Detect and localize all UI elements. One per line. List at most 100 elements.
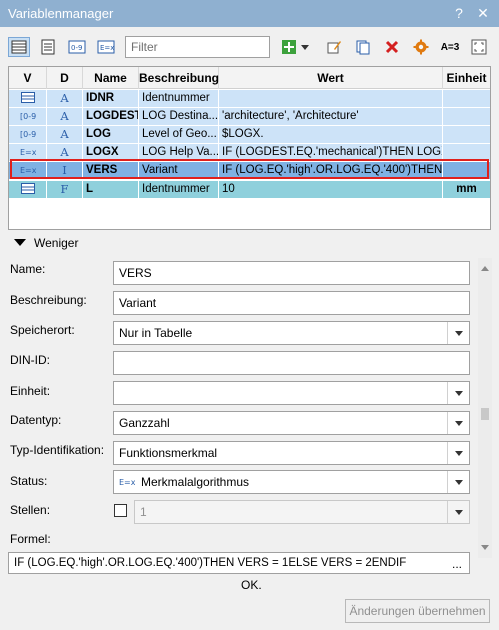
variable-unit <box>443 90 490 107</box>
typ-identifikation-select[interactable]: Funktionsmerkmal <box>113 441 470 465</box>
variable-description: Level of Geo... <box>139 126 219 143</box>
variable-description: LOG Destina... <box>139 108 219 125</box>
variable-value: 'architecture', 'Architecture' <box>219 108 443 125</box>
copy-icon <box>356 40 370 55</box>
speicherort-select[interactable]: Nur in Tabelle <box>113 321 470 345</box>
expand-button[interactable] <box>468 37 490 57</box>
beschreibung-field[interactable]: Variant <box>113 291 470 315</box>
apply-changes-button[interactable]: Änderungen übernehmen <box>345 599 490 623</box>
datentyp-value: Ganzzahl <box>119 416 170 430</box>
edit-icon <box>327 41 341 54</box>
chevron-down-icon <box>301 44 309 50</box>
variable-unit: mm <box>456 183 477 195</box>
table-row[interactable]: [0-9] A LOG Level of Geo... $LOGX. <box>9 126 490 143</box>
svg-text:0-9: 0-9 <box>71 44 82 52</box>
svg-text:E=x: E=x <box>100 44 114 52</box>
svg-text:E=x: E=x <box>119 478 135 487</box>
table-row[interactable]: F L Identnummer 10 mm <box>9 181 490 198</box>
delete-variable-button[interactable] <box>381 37 403 57</box>
variable-grid: V D Name Beschreibung Wert Einheit A IDN… <box>8 66 491 230</box>
scroll-down-icon[interactable] <box>481 545 489 550</box>
variable-name: LOGX <box>83 144 139 161</box>
gear-icon <box>413 39 429 55</box>
table-row[interactable]: A IDNR Identnummer <box>9 90 490 107</box>
status-label: Status: <box>10 474 48 488</box>
detail-view-icon <box>41 39 55 55</box>
collapse-triangle-icon <box>14 239 26 246</box>
table-icon <box>9 181 47 198</box>
range-variable-button[interactable]: 0-9 <box>66 37 88 57</box>
range-icon: [0-9] <box>9 108 47 125</box>
svg-text:E=x: E=x <box>20 148 36 157</box>
stellen-label: Stellen: <box>10 503 51 517</box>
variable-description: LOG Help Va... <box>139 144 219 161</box>
ok-button[interactable]: OK. <box>241 578 262 592</box>
formula-icon: E=x <box>9 144 47 161</box>
variable-unit <box>443 144 490 161</box>
name-label: Name: <box>10 262 46 276</box>
add-icon <box>282 40 296 54</box>
add-dropdown-button[interactable] <box>298 37 312 57</box>
variable-name: IDNR <box>83 90 139 107</box>
column-header-wert[interactable]: Wert <box>219 67 443 89</box>
column-header-beschreibung[interactable]: Beschreibung <box>139 67 219 89</box>
column-header-v[interactable]: V <box>9 67 47 89</box>
variable-value: $LOGX. <box>219 126 443 143</box>
typ-identifikation-label: Typ-Identifikation: <box>10 443 105 457</box>
formula-icon: E=x <box>97 40 115 54</box>
chevron-down-icon <box>447 412 469 434</box>
scroll-up-icon[interactable] <box>481 266 489 271</box>
datentyp-label: Datentyp: <box>10 413 62 427</box>
scrollbar-thumb[interactable] <box>481 408 489 420</box>
table-row[interactable]: E=x A LOGX LOG Help Va... IF (LOGDEST.EQ… <box>9 144 490 161</box>
close-button[interactable]: ✕ <box>474 4 492 22</box>
list-view-icon <box>11 40 27 54</box>
edit-variable-button[interactable] <box>323 37 345 57</box>
settings-button[interactable] <box>410 37 432 57</box>
filter-input[interactable]: Filter <box>125 36 270 58</box>
formula-field[interactable]: IF (LOG.EQ.'high'.OR.LOG.EQ.'400')THEN V… <box>8 552 470 574</box>
variable-name: LOGDEST <box>83 108 139 125</box>
f-type-icon: F <box>47 181 83 198</box>
din-id-field[interactable] <box>113 351 470 375</box>
formula-more-button[interactable]: ... <box>452 557 462 571</box>
add-variable-button[interactable] <box>278 37 300 57</box>
variable-name: VERS <box>83 162 139 179</box>
stellen-checkbox[interactable] <box>114 504 127 517</box>
detail-scrollbar[interactable] <box>478 258 492 558</box>
stellen-value: 1 <box>140 505 147 519</box>
name-field[interactable]: VERS <box>113 261 470 285</box>
column-header-einheit[interactable]: Einheit <box>443 67 490 89</box>
a-type-icon: A <box>47 126 83 143</box>
a-type-icon: A <box>47 144 83 161</box>
column-header-d[interactable]: D <box>47 67 83 89</box>
list-view-button[interactable] <box>8 37 30 57</box>
a-type-icon: A <box>47 108 83 125</box>
chevron-down-icon <box>447 501 469 523</box>
assign-label: A=3 <box>440 41 460 53</box>
chevron-down-icon <box>447 442 469 464</box>
detail-view-button[interactable] <box>37 37 59 57</box>
din-id-label: DIN-ID: <box>10 353 50 367</box>
stellen-select[interactable]: 1 <box>134 500 470 524</box>
svg-text:[0-9]: [0-9] <box>20 112 36 121</box>
variable-value <box>219 90 443 107</box>
table-row[interactable]: [0-9] A LOGDEST LOG Destina... 'architec… <box>9 108 490 125</box>
a-type-icon: A <box>47 90 83 107</box>
formula-variable-button[interactable]: E=x <box>95 37 117 57</box>
datentyp-select[interactable]: Ganzzahl <box>113 411 470 435</box>
column-header-name[interactable]: Name <box>83 67 139 89</box>
assign-value-button[interactable]: A=3 <box>437 37 463 57</box>
less-toggle[interactable]: Weniger <box>14 236 78 250</box>
copy-variable-button[interactable] <box>352 37 374 57</box>
table-row-selected[interactable]: E=x I VERS Variant IF (LOG.EQ.'high'.OR.… <box>9 162 490 179</box>
chevron-down-icon <box>447 322 469 344</box>
help-button[interactable]: ? <box>450 4 468 22</box>
status-select[interactable]: E=x Merkmalalgorithmus <box>113 470 470 494</box>
variable-description: Variant <box>139 162 219 179</box>
formula-icon: E=x <box>9 162 47 179</box>
einheit-select[interactable] <box>113 381 470 405</box>
formula-icon: E=x <box>119 478 136 487</box>
variable-value: IF (LOG.EQ.'high'.OR.LOG.EQ.'400')THEN..… <box>219 162 443 179</box>
delete-icon <box>385 40 399 54</box>
